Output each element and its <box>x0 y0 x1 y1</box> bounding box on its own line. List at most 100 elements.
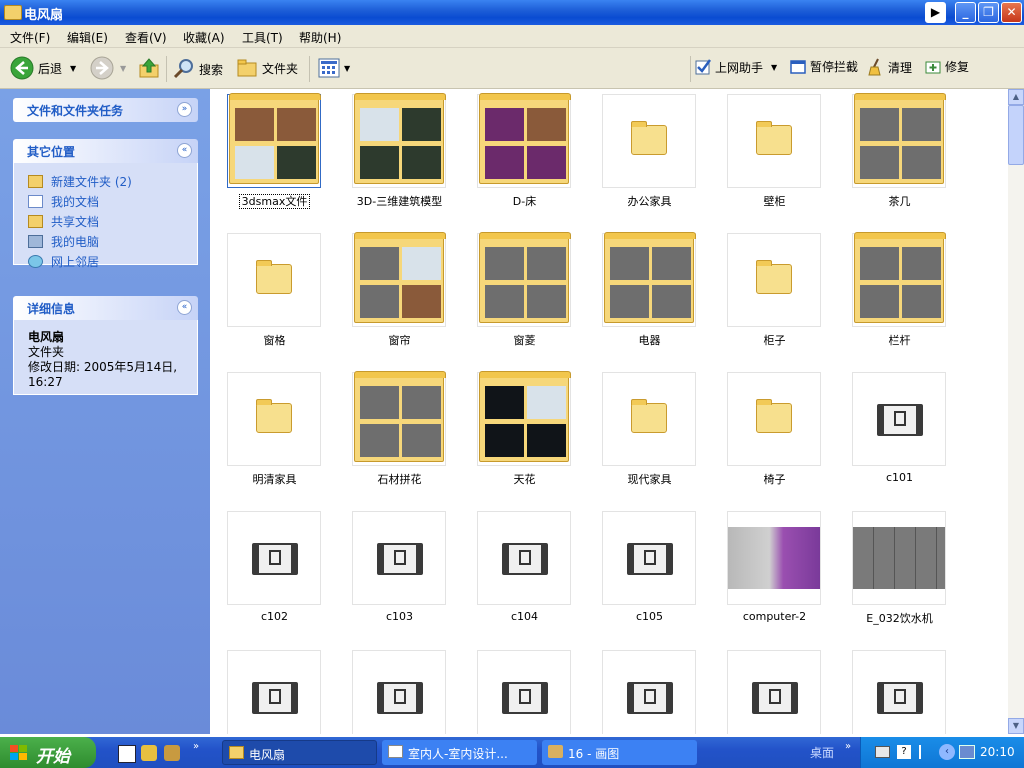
menu-file[interactable]: 文件(F) <box>10 29 50 46</box>
ime-icon[interactable] <box>919 745 931 759</box>
desktop-toolbar[interactable]: 桌面 <box>810 744 834 761</box>
file-item[interactable] <box>837 645 962 734</box>
search-button[interactable]: 搜索 <box>173 58 223 80</box>
file-item[interactable]: 石材拼花 <box>337 367 462 506</box>
dropdown-arrow-icon[interactable]: ▼ <box>771 63 777 72</box>
network-status-icon[interactable] <box>959 745 975 759</box>
details-panel-header[interactable]: 详细信息 « <box>13 296 198 320</box>
file-item[interactable] <box>212 645 337 734</box>
file-item[interactable] <box>712 645 837 734</box>
file-item-label: 现代家具 <box>627 473 672 486</box>
task-explorer[interactable]: 电风扇 <box>222 740 377 765</box>
place-network[interactable]: 网上邻居 <box>28 251 197 271</box>
menu-favorites[interactable]: 收藏(A) <box>183 29 225 46</box>
keyboard-icon[interactable] <box>875 746 890 758</box>
clean-label: 清理 <box>888 60 913 75</box>
minimize-button[interactable]: _ <box>955 2 976 23</box>
dropdown-arrow-icon[interactable]: ▼ <box>120 64 126 73</box>
places-panel-header[interactable]: 其它位置 « <box>13 139 198 163</box>
file-item[interactable]: c102 <box>212 506 337 645</box>
task-paint[interactable]: 16 - 画图 <box>542 740 697 765</box>
file-item[interactable] <box>462 645 587 734</box>
file-item[interactable]: D-床 <box>462 89 587 228</box>
file-item[interactable]: 电器 <box>587 228 712 367</box>
file-item[interactable]: 椅子 <box>712 367 837 506</box>
task-browser[interactable]: 室内人-室内设计... <box>382 740 537 765</box>
file-item[interactable]: c105 <box>587 506 712 645</box>
file-item[interactable]: 明清家具 <box>212 367 337 506</box>
file-item[interactable] <box>337 645 462 734</box>
thumbnail-folder-icon <box>852 232 946 327</box>
vertical-scrollbar[interactable]: ▲ ▼ <box>1008 89 1024 734</box>
details-panel: 详细信息 « 电风扇 文件夹 修改日期: 2005年5月14日, 16:27 <box>13 296 198 395</box>
scroll-down-button[interactable]: ▼ <box>1008 718 1024 734</box>
block-popup-button[interactable]: 暂停拦截 <box>790 58 858 75</box>
menu-view[interactable]: 查看(V) <box>125 29 167 46</box>
views-button[interactable]: ▼ <box>318 58 350 78</box>
help-icon[interactable]: ? <box>897 745 911 759</box>
file-item-label: computer-2 <box>742 610 807 623</box>
chevron-down-icon[interactable]: » <box>177 102 192 117</box>
menu-edit[interactable]: 编辑(E) <box>67 29 108 46</box>
repair-button[interactable]: 修复 <box>925 58 969 75</box>
file-item[interactable]: 壁柜 <box>712 89 837 228</box>
place-my-computer[interactable]: 我的电脑 <box>28 231 197 251</box>
file-item[interactable]: 3dsmax文件 <box>212 89 337 228</box>
menu-help[interactable]: 帮助(H) <box>299 29 341 46</box>
maximize-button[interactable]: ❐ <box>978 2 999 23</box>
file-item[interactable]: 柜子 <box>712 228 837 367</box>
quicklaunch-more-icon[interactable]: » <box>193 741 199 752</box>
chevron-up-icon[interactable]: « <box>177 300 192 315</box>
file-item-label: 窗帘 <box>388 334 411 347</box>
dropdown-arrow-icon[interactable]: ▼ <box>70 64 76 73</box>
scroll-thumb[interactable] <box>1008 105 1024 165</box>
tray-collapse-icon[interactable]: ‹ <box>939 744 955 760</box>
file-item[interactable]: 3D-三维建筑模型 <box>337 89 462 228</box>
media-player-icon[interactable] <box>118 745 136 763</box>
quicklaunch-app-icon[interactable] <box>141 745 157 761</box>
folder-icon <box>227 233 321 327</box>
media-player-icon[interactable]: ▶ <box>925 2 946 23</box>
file-item[interactable]: 天花 <box>462 367 587 506</box>
forward-button[interactable]: ▼ <box>90 56 126 80</box>
file-item[interactable]: c103 <box>337 506 462 645</box>
thumbnail-folder-icon <box>852 93 946 188</box>
place-my-documents[interactable]: 我的文档 <box>28 191 197 211</box>
back-button[interactable]: 后退 ▼ <box>10 56 76 80</box>
assistant-button[interactable]: 上网助手 ▼ <box>695 58 777 76</box>
scroll-up-button[interactable]: ▲ <box>1008 89 1024 105</box>
quicklaunch-broom-icon[interactable] <box>164 745 180 761</box>
file-item[interactable]: 办公家具 <box>587 89 712 228</box>
file-item[interactable]: 窗菱 <box>462 228 587 367</box>
folders-button[interactable]: 文件夹 <box>236 58 298 78</box>
file-item[interactable] <box>587 645 712 734</box>
max-file-icon <box>852 372 946 466</box>
clean-button[interactable]: 清理 <box>868 58 912 76</box>
file-item[interactable]: 茶几 <box>837 89 962 228</box>
chevron-up-icon[interactable]: « <box>177 143 192 158</box>
file-item[interactable]: 栏杆 <box>837 228 962 367</box>
menu-tools[interactable]: 工具(T) <box>242 29 283 46</box>
file-item[interactable]: 现代家具 <box>587 367 712 506</box>
place-shared-documents[interactable]: 共享文档 <box>28 211 197 231</box>
thumbnail-folder-icon <box>477 371 571 466</box>
start-button[interactable]: 开始 <box>0 737 96 768</box>
file-item[interactable]: E_032饮水机 <box>837 506 962 645</box>
tasks-panel-header[interactable]: 文件和文件夹任务 » <box>13 98 198 122</box>
file-item[interactable]: c104 <box>462 506 587 645</box>
detail-type: 文件夹 <box>28 345 65 359</box>
window-title: 电风扇 <box>24 8 64 23</box>
close-button[interactable]: ✕ <box>1001 2 1022 23</box>
up-folder-icon[interactable] <box>138 57 160 79</box>
desktop-more-icon[interactable]: » <box>845 741 851 752</box>
place-new-folder[interactable]: 新建文件夹 (2) <box>28 171 197 191</box>
file-item[interactable]: c101 <box>837 367 962 506</box>
file-item[interactable]: 窗格 <box>212 228 337 367</box>
file-view[interactable]: 3dsmax文件 3D-三维建筑模型 D-床 办公家具 壁柜 茶几窗格 窗帘 窗菱 电器 柜子 栏杆… <box>210 89 1008 734</box>
title-bar[interactable]: 电风扇 ▶ _ ❐ ✕ <box>0 0 1024 25</box>
file-item-label: 栏杆 <box>888 334 911 347</box>
max-file-icon <box>602 650 696 734</box>
file-item[interactable]: computer-2 <box>712 506 837 645</box>
file-item[interactable]: 窗帘 <box>337 228 462 367</box>
dropdown-arrow-icon[interactable]: ▼ <box>344 64 350 73</box>
